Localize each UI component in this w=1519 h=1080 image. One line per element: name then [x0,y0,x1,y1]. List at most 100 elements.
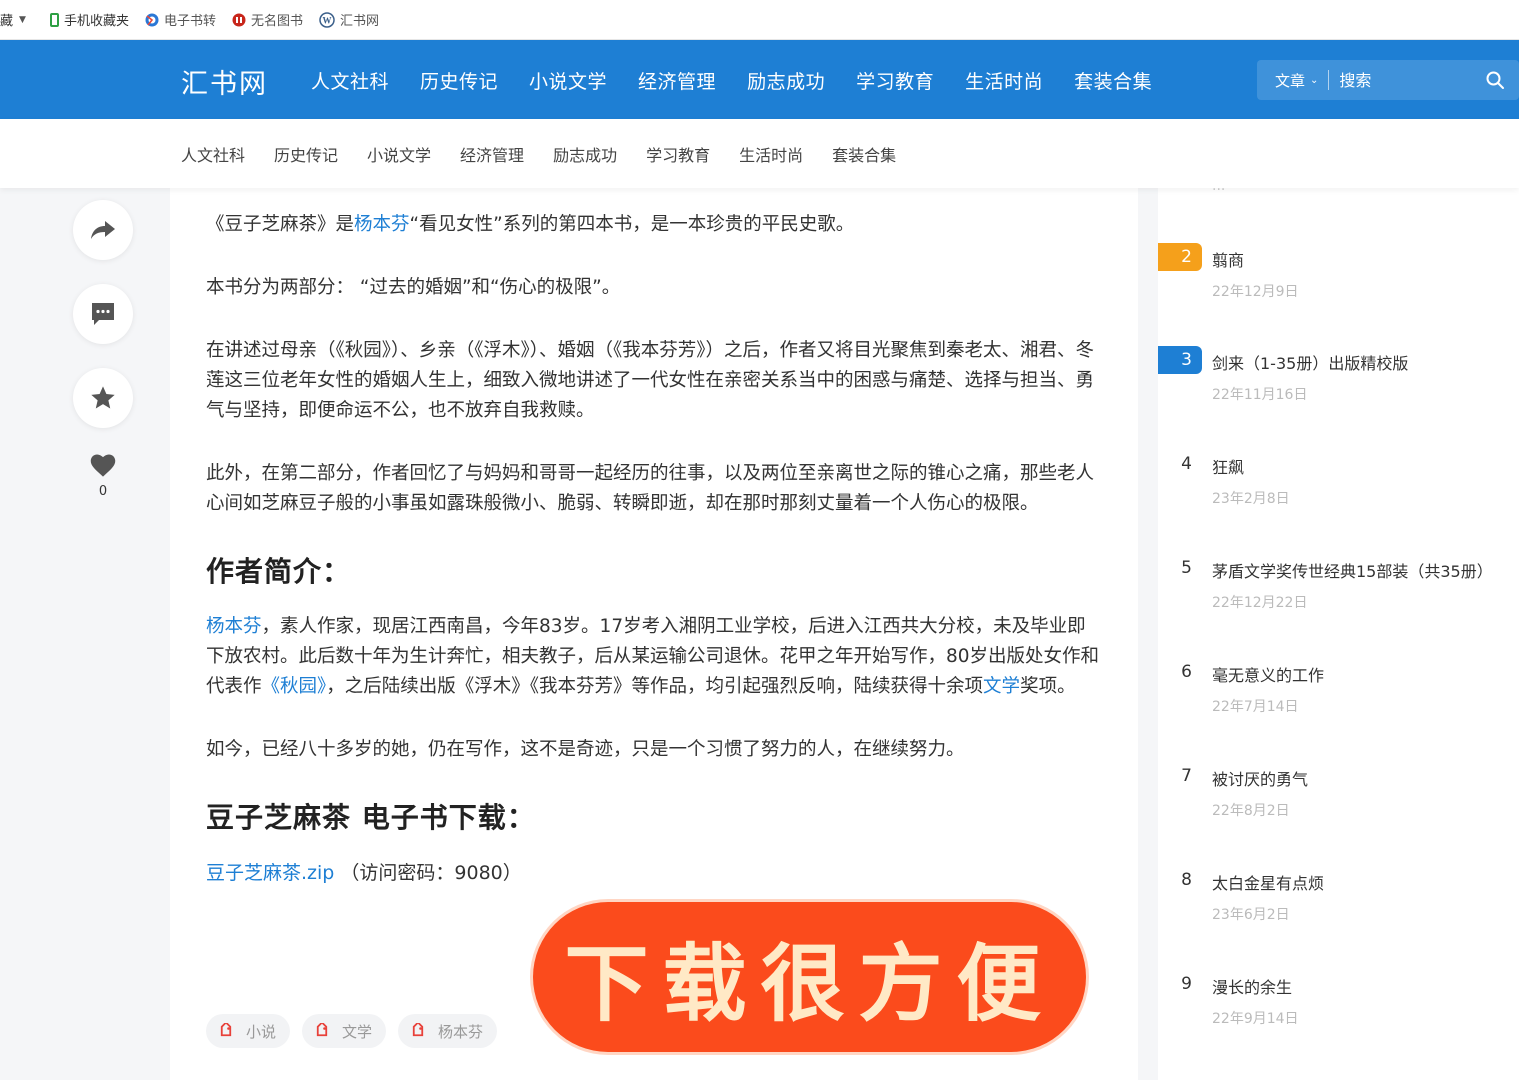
nav-item-humanities[interactable]: 人文社科 [311,67,389,94]
heart-icon [90,454,116,477]
search-category-select[interactable]: 文章 ⌄ [1275,70,1318,91]
nav-item-inspiration[interactable]: 励志成功 [747,67,825,94]
tag-label: 杨本芬 [438,1022,484,1041]
rank-title[interactable]: 翦商 [1212,247,1244,271]
rank-date: 22年8月2日 [1212,803,1290,819]
subnav-item-economics[interactable]: 经济管理 [460,142,524,166]
literature-link[interactable]: 文学 [983,676,1020,697]
search-input[interactable] [1339,70,1470,90]
phone-icon [49,12,59,27]
author-heading: 作者简介： [206,555,352,588]
like-button[interactable]: 0 [73,452,133,499]
download-heading: 豆子芝麻茶 电子书下载： [206,801,536,834]
divider [1328,70,1330,90]
rank-number: 6 [1181,662,1192,682]
search-icon[interactable] [1485,70,1505,90]
bookmark-huishu[interactable]: W 汇书网 [319,10,379,29]
subnav-item-collections[interactable]: 套装合集 [832,142,896,166]
closing-paragraph: 如今，已经八十多岁的她，仍在写作，这不是奇迹，只是一个习惯了努力的人，在继续努力… [206,739,965,760]
rank-number: 8 [1181,870,1192,890]
article-actions: 0 [73,200,133,499]
text: ，之后陆续出版《浮木》《我本芬芳》等作品，均引起强烈反响，陆续获得十余项 [326,676,984,697]
bookmarks-bar: 藏 ▼ 手机收藏夹 电子书转 无名图书 W 汇书网 [0,0,1519,40]
rank-date: 22年12月9日 [1212,284,1299,300]
tag-icon [220,1023,232,1037]
rank-number: 5 [1181,558,1192,578]
tag-item[interactable]: 小说 [206,1014,291,1048]
rank-title[interactable]: 剑来（1-35册）出版精校版 [1212,350,1408,374]
tag-icon [316,1023,328,1037]
tag-item[interactable]: 杨本芬 [398,1014,498,1048]
bookmark-fragment[interactable]: 藏 ▼ [0,10,34,29]
site-logo[interactable]: 汇书网 [181,62,268,101]
rank-date: 22年12月22日 [1212,595,1308,611]
text: 《豆子芝麻茶》是 [206,214,355,235]
sub-nav: 人文社科 历史传记 小说文学 经济管理 励志成功 学习教育 生活时尚 套装合集 [0,119,1519,188]
rank-badge: 3 [1158,346,1202,374]
intro-paragraph: 《豆子芝麻茶》是杨本芬“看见女性”系列的第四本书，是一本珍贵的平民史歌。 [206,210,1102,240]
promo-sticker: 下载很方便 [533,902,1086,1052]
tag-item[interactable]: 文学 [302,1014,387,1048]
rank-title[interactable]: 太白金星有点烦 [1212,870,1324,894]
chevron-down-icon[interactable]: ▼ [19,15,26,25]
summary-paragraph: 在讲述过母亲（《秋园》）、乡亲（《浮木》）、婚姻（《我本芬芳》）之后，作者又将目… [206,340,1095,421]
qiuyuan-link[interactable]: 《秋园》 [262,676,327,697]
bookmark-label: 藏 [0,14,14,29]
rank-title[interactable]: 被讨厌的勇气 [1212,766,1308,790]
wordpress-icon: W [319,11,335,28]
rank-title[interactable]: 茅盾文学奖传世经典15部装（共35册） [1212,558,1493,582]
second-part-paragraph: 此外，在第二部分，作者回忆了与妈妈和哥哥一起经历的往事，以及两位至亲离世之际的锥… [206,463,1095,514]
browser-icon [145,13,159,26]
rank-title[interactable]: 毫无意义的工作 [1212,662,1324,686]
bookmark-nameless-books[interactable]: 无名图书 [232,10,303,29]
nav-item-lifestyle[interactable]: 生活时尚 [965,67,1043,94]
rank-number: 4 [1181,454,1192,474]
book-icon [232,13,246,26]
rank-date: 22年7月14日 [1212,699,1299,715]
download-link[interactable]: 豆子芝麻茶.zip [206,862,334,884]
nav-item-economics[interactable]: 经济管理 [638,67,716,94]
rank-badge: 2 [1158,243,1202,271]
bookmark-ebook-convert[interactable]: 电子书转 [145,10,216,29]
nav-item-collections[interactable]: 套装合集 [1074,67,1152,94]
nav-item-fiction[interactable]: 小说文学 [529,67,607,94]
parts-paragraph: 本书分为两部分： “过去的婚姻”和“伤心的极限”。 [206,277,621,298]
subnav-item-humanities[interactable]: 人文社科 [181,142,245,166]
search-box: 文章 ⌄ [1257,60,1519,100]
comment-button[interactable] [73,284,133,344]
text: 奖项。 [1020,676,1076,697]
rank-date: 22年11月16日 [1212,387,1308,403]
share-button[interactable] [73,200,133,260]
rank-number: 9 [1181,974,1192,994]
tag-label: 文学 [342,1022,373,1041]
author-link[interactable]: 杨本芬 [354,214,410,235]
rank-date: 23年6月2日 [1212,907,1290,923]
bookmark-mobile-favorites[interactable]: 手机收藏夹 [49,10,129,29]
chevron-down-icon: ⌄ [1310,74,1319,86]
favorite-button[interactable] [73,368,133,428]
subnav-item-inspiration[interactable]: 励志成功 [553,142,617,166]
star-icon [91,386,115,409]
text: “看见女性”系列的第四本书，是一本珍贵的平民史歌。 [409,214,855,235]
nav-item-education[interactable]: 学习教育 [856,67,934,94]
like-count: 0 [98,484,108,499]
subnav-item-history[interactable]: 历史传记 [274,142,338,166]
author-bio-paragraph: 杨本芬，素人作家，现居江西南昌，今年83岁。17岁考入湘阴工业学校，后进入江西共… [206,612,1102,702]
bookmark-label: 手机收藏夹 [63,14,129,29]
bookmark-label: 无名图书 [250,14,303,29]
main-nav: 人文社科 历史传记 小说文学 经济管理 励志成功 学习教育 生活时尚 套装合集 [311,67,1183,94]
comment-icon [92,303,114,325]
author-link[interactable]: 杨本芬 [206,616,262,637]
subnav-item-fiction[interactable]: 小说文学 [367,142,431,166]
tag-label: 小说 [246,1022,277,1041]
search-category-label: 文章 [1275,71,1306,90]
subnav-item-lifestyle[interactable]: 生活时尚 [739,142,803,166]
subnav-item-education[interactable]: 学习教育 [646,142,710,166]
tag-list: 小说 文学 杨本芬 [206,1014,509,1048]
nav-item-history[interactable]: 历史传记 [420,67,498,94]
bookmark-label: 电子书转 [163,14,216,29]
password-note: （访问密码：9080） [340,862,522,884]
ranking-sidebar: ··· 2 翦商 22年12月9日 3 剑来（1-35册）出版精校版 22年11… [1158,182,1519,1080]
rank-title[interactable]: 漫长的余生 [1212,974,1292,998]
rank-title[interactable]: 狂飙 [1212,454,1244,478]
